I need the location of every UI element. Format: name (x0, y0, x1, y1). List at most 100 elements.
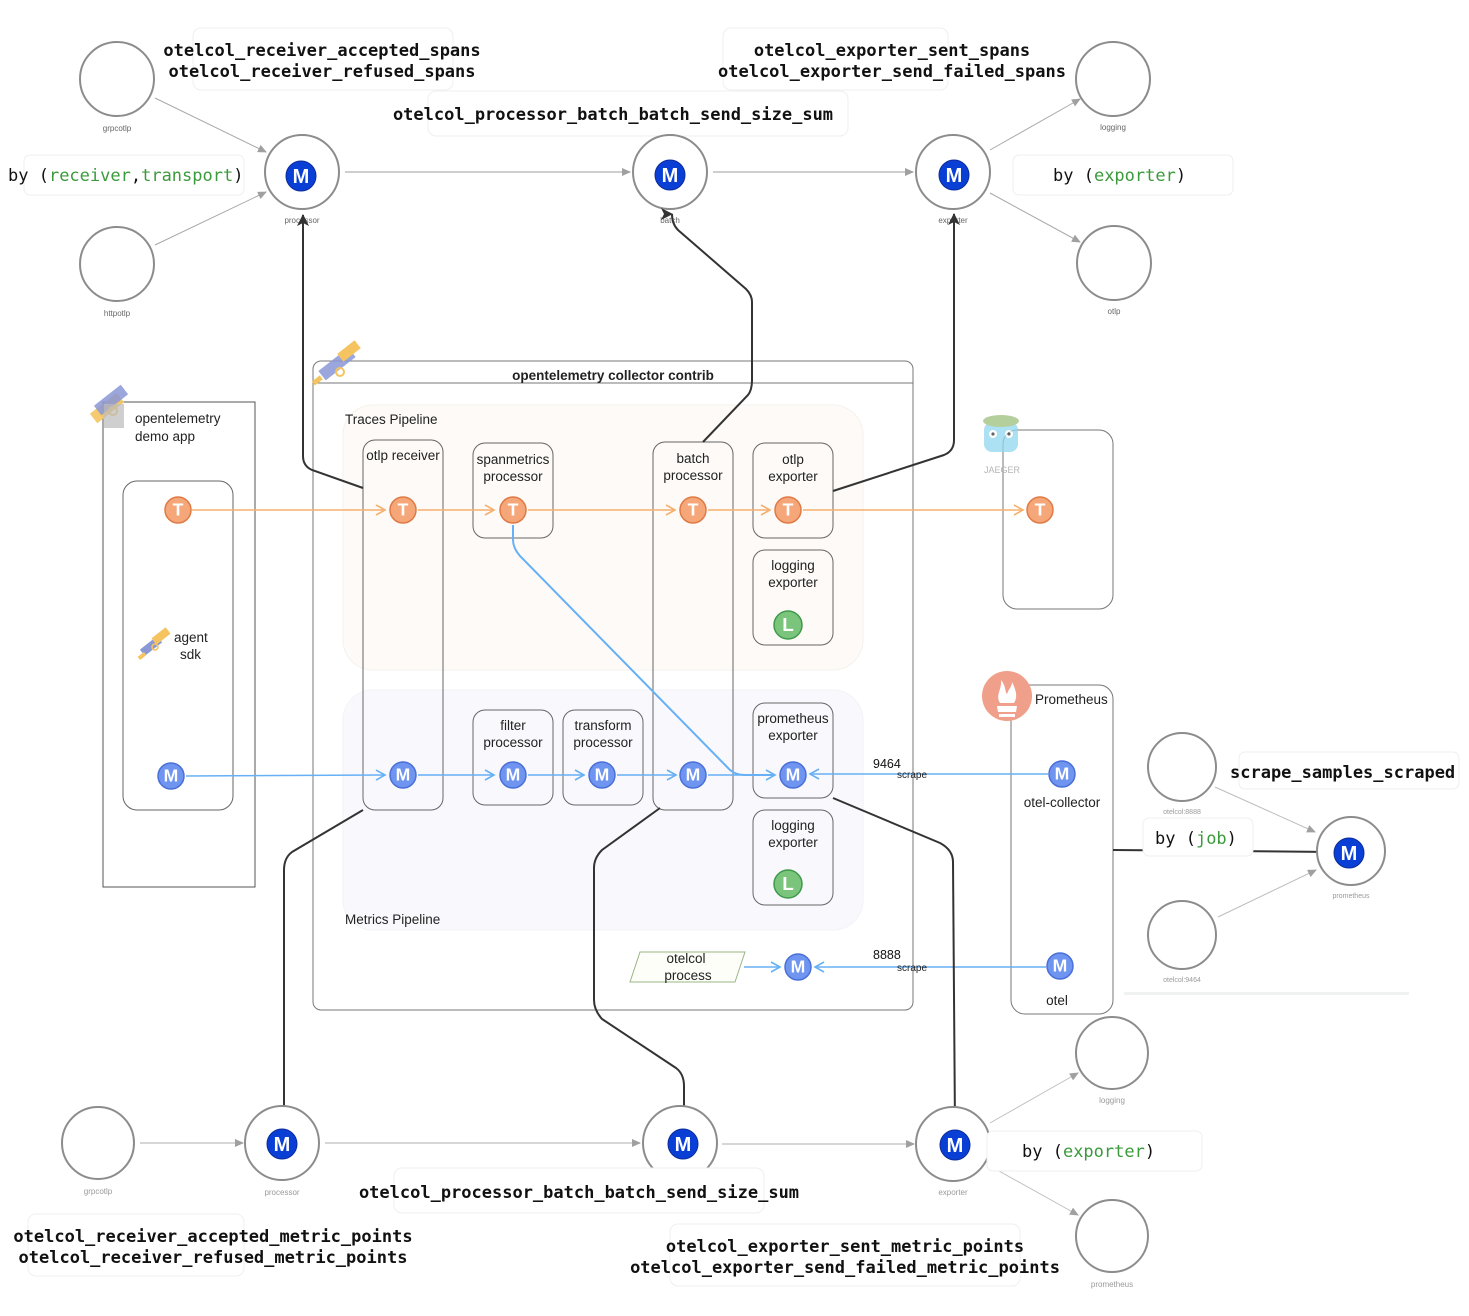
opentelemetry-logo-icon (311, 340, 361, 386)
node-prometheus[interactable]: M prometheus (1316, 816, 1386, 900)
node-otlp[interactable]: otlp (1076, 225, 1152, 316)
agent-label-line2: sdk (180, 647, 201, 662)
node-bottom-prometheus[interactable]: prometheus (1075, 1199, 1149, 1289)
collector: opentelemetry collector contrib Traces P… (311, 340, 914, 1011)
node-processor[interactable]: M processor (264, 134, 340, 225)
metrics-badge-icon: M (588, 761, 616, 789)
node-httpotlp[interactable]: httpotlp (79, 226, 155, 318)
node-logging[interactable]: logging (1075, 41, 1151, 132)
filter-label-line1: filter (500, 718, 526, 733)
svg-text:T: T (508, 499, 519, 519)
exporter-sent-metric-points-label: otelcol_exporter_sent_metric_points (666, 1237, 1024, 1257)
scrape-label-9464: scrape (897, 770, 927, 781)
jaeger-box (1002, 429, 1114, 610)
prom-exporter-label-line2: exporter (768, 728, 818, 743)
exporter-send-failed-metric-points-label: otelcol_exporter_send_failed_metric_poin… (630, 1258, 1060, 1278)
metrics-pipeline-label: Metrics Pipeline (345, 912, 440, 927)
svg-text:T: T (688, 499, 699, 519)
svg-text:exporter: exporter (938, 1188, 968, 1197)
logging-exporter-m-label-line1: logging (771, 818, 815, 833)
node-bottom-exporter[interactable]: M exporter (915, 1106, 991, 1197)
scrape-graph: scrape_samples_scraped by (job) otelcol:… (1124, 732, 1460, 995)
logging-exporter-m-label-line2: exporter (768, 835, 818, 850)
exporter-sent-spans-label: otelcol_exporter_sent_spans (754, 41, 1030, 61)
svg-text:M: M (274, 1134, 291, 1156)
bottom-batch-send-size-label: otelcol_processor_batch_batch_send_size_… (359, 1183, 799, 1203)
scrape-samples-scraped-label: scrape_samples_scraped (1230, 763, 1455, 783)
receiver-accepted-spans-label: otelcol_receiver_accepted_spans (163, 41, 480, 61)
spanmetrics-label-line1: spanmetrics (477, 452, 550, 467)
transform-label-line1: transform (574, 718, 631, 733)
svg-text:logging: logging (1100, 123, 1126, 132)
collector-title: opentelemetry collector contrib (512, 368, 714, 383)
svg-text:otelcol:8888: otelcol:8888 (1163, 809, 1201, 816)
node-bottom-processor[interactable]: M processor (244, 1105, 320, 1197)
svg-text:M: M (791, 956, 806, 976)
traces-badge-icon: T (164, 496, 192, 524)
svg-text:M: M (595, 764, 610, 784)
demo-app: opentelemetry demo app agent sdk (89, 384, 256, 888)
prometheus-title: Prometheus (1035, 692, 1108, 707)
svg-text:T: T (398, 499, 409, 519)
svg-text:M: M (662, 165, 679, 187)
node-otelcol-9464[interactable]: otelcol:9464 (1147, 900, 1217, 984)
component-to-metric-connectors (278, 213, 1334, 1129)
metric-icon: M (939, 1129, 971, 1161)
metrics-badge-icon: M (1048, 760, 1076, 788)
demo-app-title-line2: demo app (135, 429, 195, 444)
metrics-badge-icon: M (679, 761, 707, 789)
logging-exporter-label-line1: logging (771, 558, 815, 573)
svg-text:M: M (947, 1135, 964, 1157)
node-bottom-grpcotlp[interactable]: grpcotlp (61, 1106, 135, 1196)
bottom-exporter-by-clause: by (exporter) (1022, 1142, 1155, 1162)
svg-text:grpcotlp: grpcotlp (84, 1187, 113, 1196)
batch-send-size-label: otelcol_processor_batch_batch_send_size_… (393, 105, 833, 125)
metric-icon: M (938, 159, 970, 191)
scrape-label-8888: scrape (897, 963, 927, 974)
batch-label-line1: batch (676, 451, 709, 466)
node-exporter[interactable]: M exporter (915, 134, 991, 225)
svg-text:L: L (782, 615, 794, 636)
node-batch[interactable]: M batch (632, 134, 708, 225)
svg-text:M: M (293, 166, 310, 188)
node-grpcotlp[interactable]: grpcotlp (79, 41, 155, 133)
filter-label-line2: processor (483, 735, 543, 750)
metrics-badge-icon: M (499, 761, 527, 789)
job-by-clause: by (job) (1155, 829, 1237, 849)
svg-text:T: T (173, 499, 184, 519)
svg-text:M: M (1341, 843, 1358, 865)
demo-app-title-line1: opentelemetry (135, 411, 221, 426)
node-bottom-logging[interactable]: logging (1075, 1016, 1149, 1105)
svg-text:M: M (164, 765, 179, 785)
otlp-exporter-label-line1: otlp (782, 452, 804, 467)
svg-text:L: L (782, 874, 794, 895)
spanmetrics-label-line2: processor (483, 469, 543, 484)
port-9464: 9464 (873, 757, 901, 771)
metric-icon: M (266, 1128, 298, 1160)
svg-text:M: M (686, 764, 701, 784)
top-metrics-graph: otelcol_receiver_accepted_spans otelcol_… (8, 27, 1234, 318)
receiver-by-clause: by (receiver,transport) (8, 166, 243, 186)
svg-text:M: M (396, 764, 411, 784)
logs-badge-icon: L (773, 610, 803, 640)
node-otelcol-8888[interactable]: otelcol:8888 (1147, 732, 1217, 816)
svg-text:grpcotlp: grpcotlp (103, 124, 132, 133)
traces-badge-icon: T (389, 496, 417, 524)
otelcol-process-line2: process (664, 968, 712, 983)
svg-text:M: M (946, 165, 963, 187)
traces-pipeline-label: Traces Pipeline (345, 412, 438, 427)
receiver-accepted-metric-points-label: otelcol_receiver_accepted_metric_points (13, 1227, 412, 1247)
bottom-metrics-graph: grpcotlp M processor M M exporter loggin… (13, 1016, 1203, 1289)
port-8888: 8888 (873, 948, 901, 962)
svg-text:processor: processor (264, 1188, 299, 1197)
otlp-exporter-label-line2: exporter (768, 469, 818, 484)
otel-metrics-diagram: otelcol_receiver_accepted_spans otelcol_… (8, 27, 1460, 1289)
exporter-send-failed-spans-label: otelcol_exporter_send_failed_spans (718, 62, 1066, 82)
opentelemetry-logo-icon (89, 384, 129, 428)
divider (1124, 992, 1409, 995)
otelcol-process-line1: otelcol (666, 951, 705, 966)
svg-text:M: M (675, 1134, 692, 1156)
svg-text:prometheus: prometheus (1333, 893, 1370, 900)
jaeger-label: JAEGER (984, 465, 1021, 475)
target-otel-label: otel (1046, 993, 1068, 1008)
